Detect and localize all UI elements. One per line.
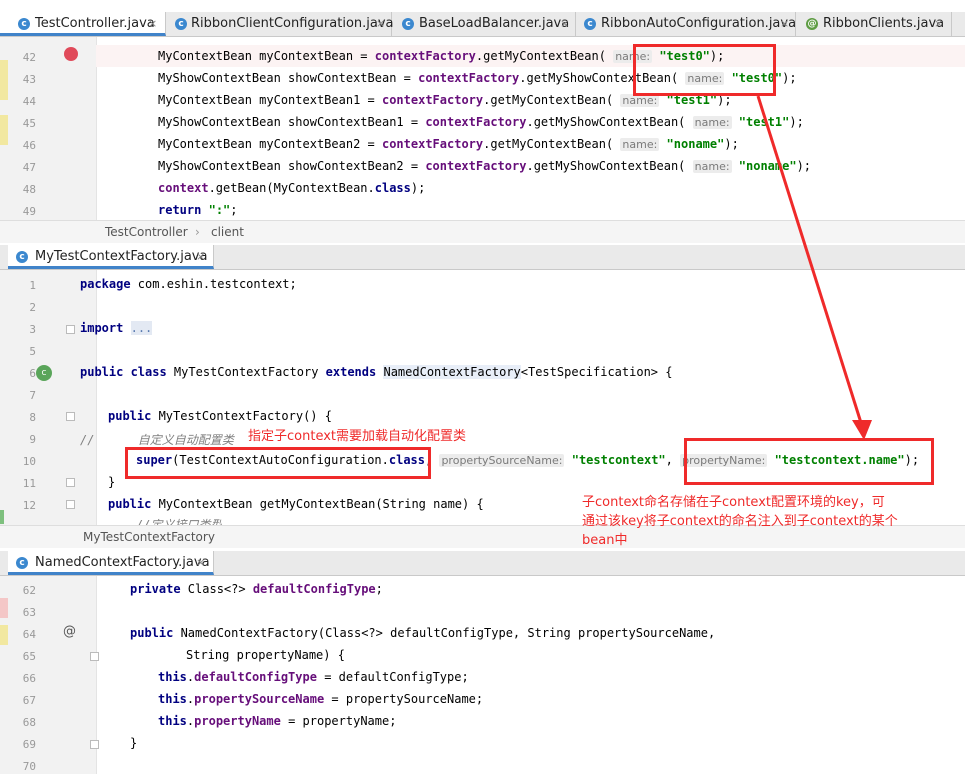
annotation-note-2-line-2: 通过该key将子context的命名注入到子context的某个: [582, 514, 898, 529]
annotation-arrow: [756, 95, 872, 440]
annotation-note-2-line-1: 子context命名存储在子context配置环境的key，可: [582, 495, 885, 510]
annotation-note-1: 指定子context需要加载自动化配置类: [248, 428, 466, 446]
annotation-note-2-line-3: bean中: [582, 533, 628, 548]
